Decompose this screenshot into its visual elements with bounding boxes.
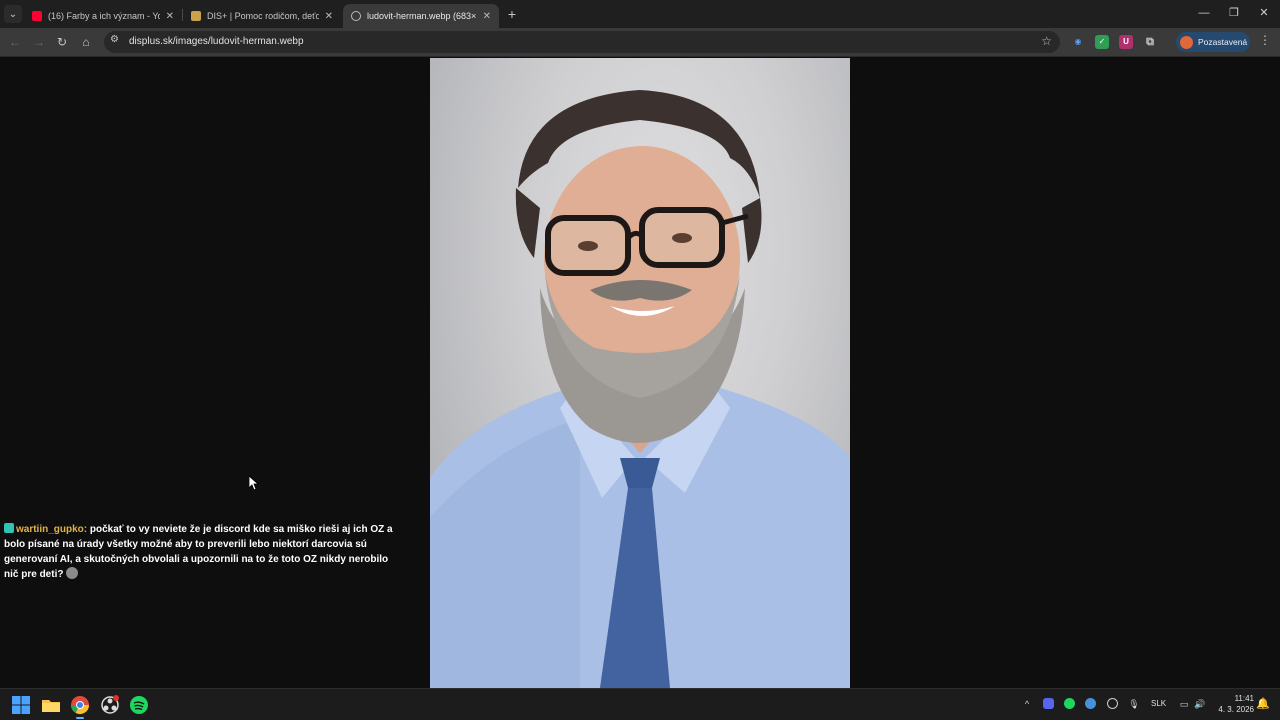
system-clock[interactable]: 11:41 4. 3. 2026 — [1210, 693, 1254, 715]
obs-tray-icon[interactable] — [1107, 698, 1118, 709]
chrome-icon[interactable] — [70, 695, 90, 715]
extension-shield-icon[interactable]: ✓ — [1095, 35, 1109, 49]
profile-label: Pozastavená — [1198, 37, 1248, 47]
network-icon[interactable]: ▭ — [1177, 697, 1191, 711]
forward-button[interactable]: → — [29, 33, 49, 51]
close-window-button[interactable]: ✕ — [1250, 4, 1278, 22]
minimize-button[interactable]: — — [1190, 4, 1218, 22]
extension-audio-icon[interactable]: ◉ — [1071, 35, 1085, 49]
chevron-down-icon: ⌄ — [8, 8, 18, 20]
reload-button[interactable]: ↻ — [52, 33, 72, 51]
back-button[interactable]: ← — [5, 33, 25, 51]
browser-window: ⌄ (16) Farby a ich význam - YouTube ✕ DI… — [0, 0, 1280, 688]
address-bar[interactable]: ⚙ displus.sk/images/ludovit-herman.webp … — [104, 31, 1060, 53]
emote-icon — [66, 567, 79, 579]
extension-u-icon[interactable]: U — [1119, 35, 1133, 49]
file-explorer-icon[interactable] — [41, 695, 61, 715]
tab-displus[interactable]: DIS+ | Pomoc rodičom, deťom a ✕ — [183, 4, 341, 28]
active-app-indicator — [76, 717, 84, 719]
browser-toolbar: ← → ↻ ⌂ ⚙ displus.sk/images/ludovit-herm… — [0, 28, 1280, 57]
url-text: displus.sk/images/ludovit-herman.webp — [129, 36, 304, 47]
clock-date: 4. 3. 2026 — [1218, 705, 1254, 714]
close-icon[interactable]: ✕ — [483, 11, 491, 22]
taskbar: ^ 🎙 SLK ▭ 🔊 11:41 4. 3. 2026 🔔 — [0, 688, 1280, 720]
discord-tray-icon[interactable] — [1043, 698, 1054, 709]
home-icon: ⌂ — [82, 35, 90, 49]
tab-title: (16) Farby a ich význam - YouTube — [48, 11, 160, 21]
volume-icon[interactable]: 🔊 — [1193, 697, 1207, 711]
bookmark-star-icon[interactable]: ☆ — [1041, 34, 1052, 48]
restore-button[interactable]: ❐ — [1220, 4, 1248, 22]
portrait-illustration — [430, 90, 850, 688]
browser-menu-button[interactable]: ⋮ — [1258, 33, 1272, 47]
youtube-icon — [32, 11, 42, 21]
site-info-icon[interactable]: ⚙ — [110, 34, 119, 45]
tab-title: ludovit-herman.webp (683×1024) — [367, 11, 477, 21]
close-icon[interactable]: ✕ — [166, 11, 174, 22]
arrow-right-icon: → — [33, 35, 45, 49]
arrow-left-icon: ← — [9, 35, 21, 49]
obs-icon[interactable] — [100, 695, 120, 715]
tab-strip: ⌄ (16) Farby a ich význam - YouTube ✕ DI… — [0, 0, 1280, 28]
tab-youtube[interactable]: (16) Farby a ich význam - YouTube ✕ — [24, 4, 182, 28]
tray-overflow-icon[interactable]: ^ — [1020, 697, 1034, 711]
portrait-image — [430, 58, 850, 688]
notification-bell-icon[interactable]: 🔔 — [1256, 697, 1270, 710]
tab-title: DIS+ | Pomoc rodičom, deťom a — [207, 11, 319, 21]
globe-icon — [351, 11, 361, 21]
tab-search-button[interactable]: ⌄ — [4, 5, 22, 23]
mouse-cursor-icon — [249, 476, 259, 490]
chat-username: wartiin_gupko: — [16, 524, 88, 535]
avatar — [1180, 35, 1193, 49]
close-icon[interactable]: ✕ — [325, 11, 333, 22]
spotify-tray-icon[interactable] — [1064, 698, 1075, 709]
reload-icon: ↻ — [56, 35, 68, 49]
extensions-puzzle-icon[interactable]: ⧉ — [1143, 35, 1157, 49]
chat-message: wartiin_gupko: počkať to vy neviete že j… — [4, 522, 396, 582]
tab-image[interactable]: ludovit-herman.webp (683×1024) ✕ — [343, 4, 499, 28]
steam-tray-icon[interactable] — [1085, 698, 1096, 709]
home-button[interactable]: ⌂ — [76, 33, 96, 51]
new-tab-button[interactable]: + — [503, 5, 521, 23]
windows-start-icon[interactable] — [11, 695, 31, 715]
microphone-icon[interactable]: 🎙 — [1127, 697, 1141, 711]
more-vertical-icon: ⋮ — [1259, 33, 1271, 47]
spotify-icon[interactable] — [129, 695, 149, 715]
profile-chip[interactable]: Pozastavená — [1176, 32, 1250, 52]
dis-plus-icon — [191, 11, 201, 21]
input-language[interactable]: SLK — [1151, 699, 1166, 708]
clock-time: 11:41 — [1234, 694, 1254, 703]
chat-badge-icon — [4, 523, 14, 533]
page-content: wartiin_gupko: počkať to vy neviete že j… — [0, 58, 1280, 688]
